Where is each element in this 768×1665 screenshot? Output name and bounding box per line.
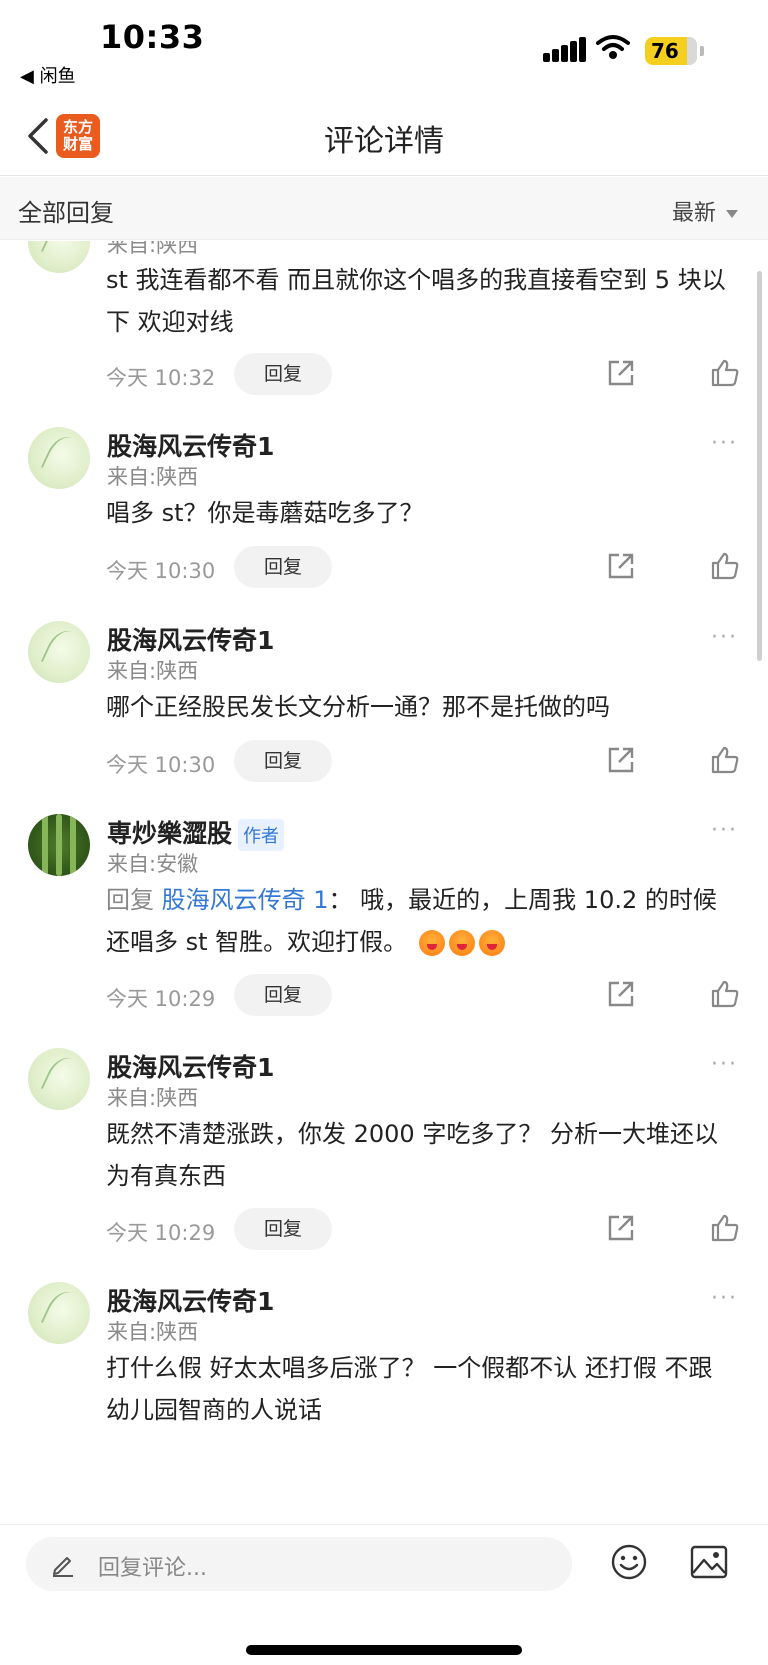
reply-target-link[interactable]: 股海风云传奇 1 (162, 886, 329, 914)
comment-text: 既然不清楚涨跌，你发 2000 字吃多了？ 分析一大堆还以为有真东西 (106, 1120, 718, 1190)
comment-username[interactable]: 専炒樂澀股 作者 (107, 814, 285, 851)
comment-username[interactable]: 股海风云传奇1 (107, 427, 274, 463)
comment-input-bar: 回复评论... (0, 1524, 768, 1665)
scrollbar[interactable] (757, 271, 762, 661)
sort-dropdown[interactable]: 最新 (672, 195, 738, 227)
signal-icon (543, 36, 586, 62)
avatar[interactable] (28, 621, 90, 683)
reply-button[interactable]: 回复 (234, 353, 332, 395)
status-bar: 10:33 ◀ 闲鱼 76 (0, 0, 768, 92)
home-indicator[interactable] (246, 1645, 522, 1655)
pencil-icon (53, 1557, 73, 1577)
author-badge: 作者 (238, 819, 285, 851)
battery-level: 76 (651, 39, 679, 63)
wifi-icon (596, 35, 630, 59)
thumbs-up-icon[interactable] (710, 979, 740, 1009)
more-options-icon[interactable]: ··· (711, 431, 738, 456)
comment-location: 来自:陕西 (107, 659, 199, 683)
comment-text: 回复 股海风云传奇 1： 哦，最近的，上周我 10.2 的时候还唱多 st 智胜… (106, 879, 726, 963)
reply-comment-input[interactable]: 回复评论... (26, 1537, 572, 1591)
image-upload-icon[interactable] (690, 1545, 728, 1579)
share-icon[interactable] (606, 551, 636, 581)
status-time: 10:33 (100, 18, 205, 56)
share-icon[interactable] (606, 1213, 636, 1243)
more-options-icon[interactable]: ··· (711, 625, 738, 650)
battery-icon: 76 (645, 37, 704, 65)
comment-location: 来自:陕西 (107, 465, 199, 489)
emoji-icon (478, 930, 505, 956)
comment-time: 今天 10:30 (106, 559, 216, 583)
thumbs-up-icon[interactable] (710, 745, 740, 775)
comment-time: 今天 10:29 (106, 987, 216, 1011)
avatar[interactable] (28, 814, 90, 876)
avatar[interactable] (28, 241, 90, 273)
back-to-app-link[interactable]: ◀ 闲鱼 (20, 62, 76, 88)
comment-location: 来自:陕西 (107, 1320, 199, 1344)
avatar[interactable] (28, 1282, 90, 1344)
share-icon[interactable] (606, 979, 636, 1009)
input-placeholder: 回复评论... (98, 1556, 207, 1581)
reply-button[interactable]: 回复 (234, 1208, 332, 1250)
replies-toolbar: 全部回复 最新 (0, 177, 768, 240)
comment-username[interactable]: 股海风云传奇1 (107, 1048, 274, 1084)
reply-button[interactable]: 回复 (234, 740, 332, 782)
thumbs-up-icon[interactable] (710, 358, 740, 388)
thumbs-up-icon[interactable] (710, 1213, 740, 1243)
reply-button[interactable]: 回复 (234, 974, 332, 1016)
emoji-icon (418, 930, 445, 956)
sort-label: 最新 (671, 201, 716, 226)
page-header: 东方 财富 评论详情 (0, 100, 768, 176)
comment-location: 来自:陕西 (107, 1086, 199, 1110)
comment-location: 来自:安徽 (107, 852, 199, 876)
username-text: 専炒樂澀股 (107, 819, 233, 848)
avatar[interactable] (28, 427, 90, 489)
all-replies-label: 全部回复 (18, 199, 114, 227)
comment-username[interactable]: 股海风云传奇1 (107, 621, 274, 657)
caret-down-icon (726, 210, 738, 218)
more-options-icon[interactable]: ··· (711, 1052, 738, 1077)
reply-button[interactable]: 回复 (234, 546, 332, 588)
comment-text: 唱多 st？你是毒蘑菇吃多了？ (106, 499, 424, 527)
comment-time: 今天 10:30 (106, 753, 216, 777)
comment-time: 今天 10:32 (106, 366, 216, 390)
more-options-icon[interactable]: ··· (711, 818, 738, 843)
page-title: 评论详情 (324, 124, 444, 159)
comment-username[interactable]: 股海风云传奇1 (107, 1282, 274, 1318)
avatar[interactable] (28, 1048, 90, 1110)
comment-location: 来自:陕西 (107, 241, 199, 257)
comment-text: st 我连看都不看 而且就你这个唱多的我直接看空到 5 块以下 欢迎对线 (106, 266, 726, 336)
comment-list[interactable]: 来自:陕西 st 我连看都不看 而且就你这个唱多的我直接看空到 5 块以下 欢迎… (0, 241, 768, 1524)
comment-text: 哪个正经股民发长文分析一通？那不是托做的吗 (106, 693, 610, 721)
reply-prefix: 回复 (106, 886, 154, 914)
emoji-icon (448, 930, 475, 956)
thumbs-up-icon[interactable] (710, 551, 740, 581)
share-icon[interactable] (606, 745, 636, 775)
emoji-picker-icon[interactable] (610, 1543, 648, 1581)
comment-text: 打什么假 好太太唱多后涨了？ 一个假都不认 还打假 不跟幼儿园智商的人说话 (106, 1354, 713, 1424)
comment-time: 今天 10:29 (106, 1221, 216, 1245)
share-icon[interactable] (606, 358, 636, 388)
more-options-icon[interactable]: ··· (711, 1286, 738, 1311)
